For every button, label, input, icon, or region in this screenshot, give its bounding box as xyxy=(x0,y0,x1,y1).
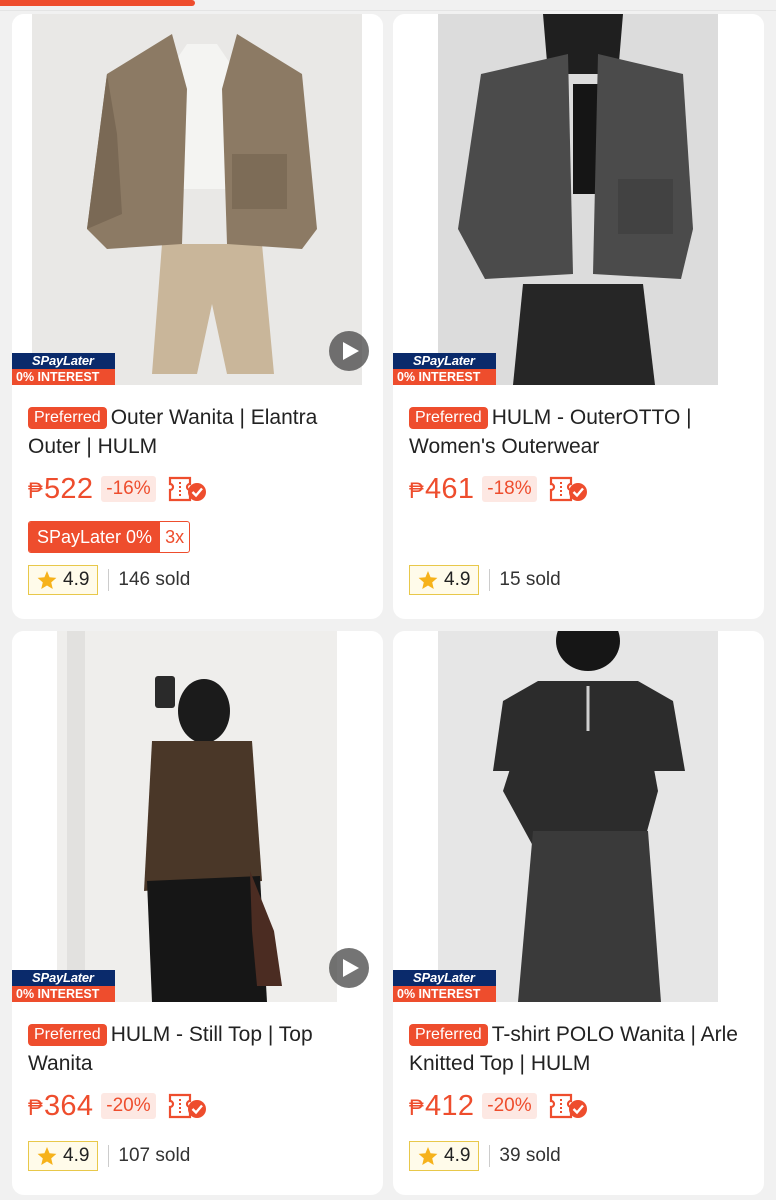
star-icon xyxy=(37,1146,57,1165)
discount-badge: -18% xyxy=(482,476,537,502)
play-video-icon[interactable] xyxy=(329,331,369,371)
product-title[interactable]: Preferred T-shirt POLO Wanita | Arle Knit… xyxy=(409,1020,748,1078)
currency-symbol: ₱ xyxy=(28,477,43,503)
product-card[interactable]: SPayLater 0% INTEREST Preferred T-shirt P… xyxy=(393,631,764,1195)
spaylater-badge-top: SPayLater xyxy=(393,353,496,369)
product-photo-brown-jacket xyxy=(12,14,383,385)
active-tab-indicator xyxy=(0,0,195,6)
product-title[interactable]: Preferred Outer Wanita | Elantra Outer | … xyxy=(28,403,367,461)
sold-count: 39 sold xyxy=(499,1145,561,1166)
spaylater-label: SPayLater 0% xyxy=(29,522,161,552)
discount-badge: -20% xyxy=(101,1093,156,1119)
price-value: 461 xyxy=(424,472,475,505)
rating-value: 4.9 xyxy=(63,1145,90,1166)
product-price: ₱364 xyxy=(28,1090,93,1123)
sold-count: 107 sold xyxy=(118,1145,191,1166)
currency-symbol: ₱ xyxy=(409,1094,424,1120)
preferred-badge: Preferred xyxy=(28,407,107,429)
product-price: ₱522 xyxy=(28,473,93,506)
rating-badge: 4.9 xyxy=(409,1141,480,1171)
product-image[interactable]: SPayLater 0% INTEREST xyxy=(12,14,383,385)
spaylater-badge-bottom: 0% INTEREST xyxy=(12,986,115,1002)
product-price: ₱461 xyxy=(409,473,474,506)
product-photo-brown-top xyxy=(12,631,383,1002)
spaylater-installment-tag: SPayLater 0% 3x xyxy=(28,521,191,553)
discount-badge: -20% xyxy=(482,1093,537,1119)
spaylater-badge-bottom: 0% INTEREST xyxy=(393,986,496,1002)
spaylater-badge: SPayLater 0% INTEREST xyxy=(12,353,115,385)
product-photo-gray-jacket xyxy=(393,14,764,385)
free-shipping-voucher-icon xyxy=(549,1093,587,1119)
free-shipping-voucher-icon xyxy=(168,476,206,502)
product-card[interactable]: SPayLater 0% INTEREST Preferred HULM - St… xyxy=(12,631,383,1195)
product-image[interactable]: SPayLater 0% INTEREST xyxy=(393,631,764,1002)
currency-symbol: ₱ xyxy=(28,1094,43,1120)
price-value: 522 xyxy=(43,472,94,505)
spaylater-badge: SPayLater 0% INTEREST xyxy=(393,353,496,385)
product-image[interactable]: SPayLater 0% INTEREST xyxy=(12,631,383,1002)
price-value: 412 xyxy=(424,1089,475,1122)
free-shipping-voucher-icon xyxy=(168,1093,206,1119)
divider xyxy=(0,10,776,11)
preferred-badge: Preferred xyxy=(409,407,488,429)
product-price: ₱412 xyxy=(409,1090,474,1123)
rating-value: 4.9 xyxy=(444,1145,471,1166)
product-title[interactable]: Preferred HULM - Still Top | Top Wanita xyxy=(28,1020,367,1078)
product-image[interactable]: SPayLater 0% INTEREST xyxy=(393,14,764,385)
product-card[interactable]: SPayLater 0% INTEREST Preferred Outer Wan… xyxy=(12,14,383,619)
spaylater-badge-top: SPayLater xyxy=(393,970,496,986)
spaylater-badge-top: SPayLater xyxy=(12,353,115,369)
spaylater-badge-top: SPayLater xyxy=(12,970,115,986)
star-icon xyxy=(37,570,57,589)
product-card[interactable]: SPayLater 0% INTEREST Preferred HULM - Ou… xyxy=(393,14,764,619)
currency-symbol: ₱ xyxy=(409,477,424,503)
spaylater-badge-bottom: 0% INTEREST xyxy=(12,369,115,385)
sold-count: 146 sold xyxy=(118,569,191,590)
rating-badge: 4.9 xyxy=(28,565,99,595)
rating-badge: 4.9 xyxy=(409,565,480,595)
star-icon xyxy=(418,1146,438,1165)
play-video-icon[interactable] xyxy=(329,948,369,988)
price-value: 364 xyxy=(43,1089,94,1122)
meta-divider xyxy=(108,569,110,591)
free-shipping-voucher-icon xyxy=(549,476,587,502)
rating-value: 4.9 xyxy=(444,569,471,590)
spaylater-badge-bottom: 0% INTEREST xyxy=(393,369,496,385)
preferred-badge: Preferred xyxy=(28,1024,107,1046)
sold-count: 15 sold xyxy=(499,569,561,590)
meta-divider xyxy=(489,569,491,591)
spaylater-badge: SPayLater 0% INTEREST xyxy=(12,970,115,1002)
spaylater-badge: SPayLater 0% INTEREST xyxy=(393,970,496,1002)
meta-divider xyxy=(489,1145,491,1167)
star-icon xyxy=(418,570,438,589)
product-photo-black-polo xyxy=(393,631,764,1002)
discount-badge: -16% xyxy=(101,476,156,502)
rating-badge: 4.9 xyxy=(28,1141,99,1171)
installments-label: 3x xyxy=(165,527,185,547)
product-title[interactable]: Preferred HULM - OuterOTTO | Women's Oute… xyxy=(409,403,748,461)
preferred-badge: Preferred xyxy=(409,1024,488,1046)
product-grid: SPayLater 0% INTEREST Preferred Outer Wan… xyxy=(12,14,764,1195)
meta-divider xyxy=(108,1145,110,1167)
rating-value: 4.9 xyxy=(63,569,90,590)
